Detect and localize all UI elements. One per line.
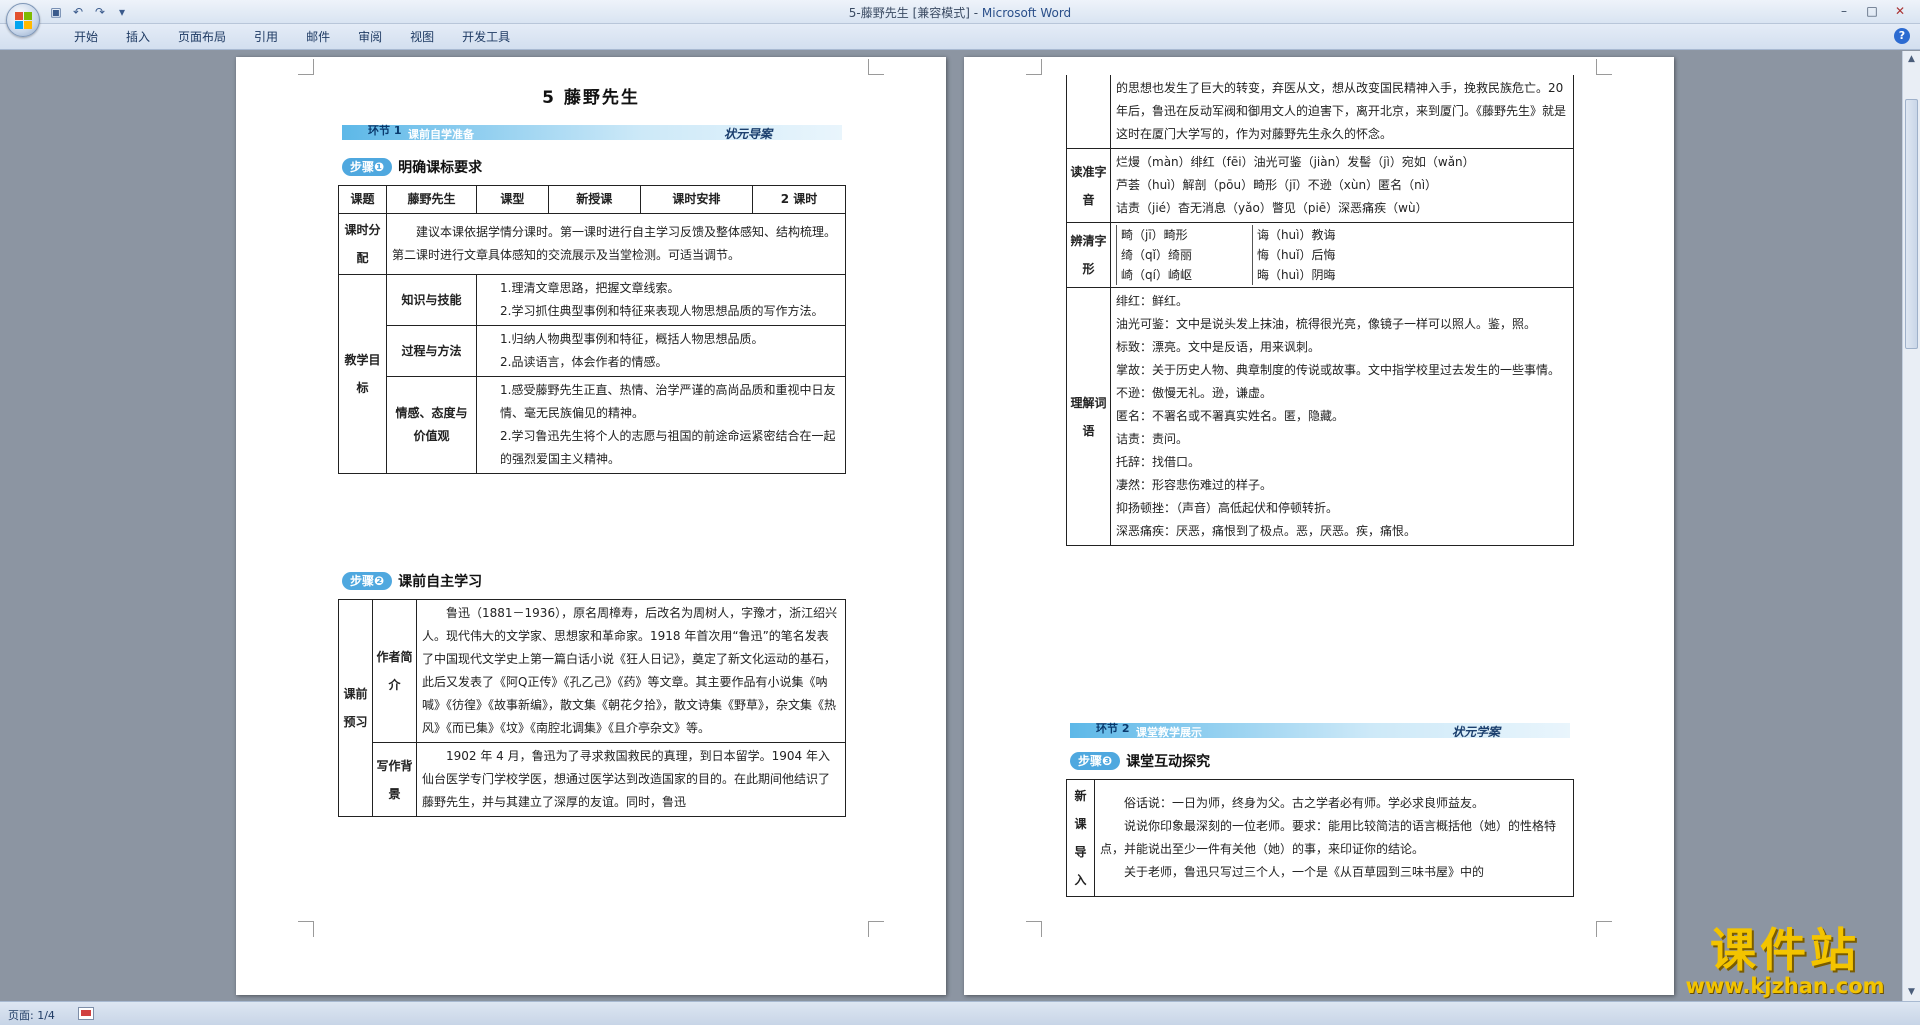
tab-view[interactable]: 视图 — [396, 29, 448, 45]
section-banner-1: 环节 1 课前自学准备 状元导案 — [342, 124, 842, 141]
tab-mailings[interactable]: 邮件 — [292, 29, 344, 45]
window-title: 5-藤野先生 [兼容模式] - Microsoft Word — [848, 6, 1072, 20]
ribbon: 开始 插入 页面布局 引用 邮件 审阅 视图 开发工具 ? — [0, 24, 1920, 50]
tab-page-layout[interactable]: 页面布局 — [164, 29, 240, 45]
page-title: 5 藤野先生 — [542, 88, 640, 108]
status-bar: 页面: 1/4 — [0, 1001, 1920, 1025]
step-2-header: 步骤❷ 课前自主学习 — [342, 571, 482, 591]
office-button[interactable] — [6, 3, 40, 37]
scroll-up-icon[interactable]: ▲ — [1905, 53, 1918, 66]
preview-table: 课前预习 作者简介 鲁迅（1881－1936），原名周樟寿，后改名为周树人，字豫… — [338, 599, 846, 817]
vocabulary-table: 的思想也发生了巨大的转变，弃医从文，想从改变国民精神入手，挽救民族危亡。20 年… — [1066, 75, 1574, 546]
page-2[interactable]: 的思想也发生了巨大的转变，弃医从文，想从改变国民精神入手，挽救民族危亡。20 年… — [964, 57, 1674, 995]
scroll-down-icon[interactable]: ▼ — [1905, 986, 1918, 999]
page-count[interactable]: 页面: 1/4 — [8, 1007, 55, 1023]
tab-insert[interactable]: 插入 — [112, 29, 164, 45]
proofing-icon[interactable] — [78, 1007, 94, 1020]
office-logo-icon — [15, 12, 33, 30]
section-banner-2: 环节 2 课堂教学展示 状元学案 — [1070, 722, 1570, 739]
window-controls: – □ ✕ — [1830, 2, 1914, 20]
title-bar: ▣ ↶ ↷ ▾ 5-藤野先生 [兼容模式] - Microsoft Word –… — [0, 0, 1920, 24]
watermark-logo: 课件站 www.kjzhan.com — [1685, 923, 1885, 998]
step-1-header: 步骤❶ 明确课标要求 — [342, 157, 482, 177]
close-button[interactable]: ✕ — [1886, 2, 1914, 20]
intro-table: 新课导入 俗话说：一日为师，终身为父。古之学者必有师。学必求良师益友。 说说你印… — [1066, 779, 1574, 897]
tab-home[interactable]: 开始 — [60, 29, 112, 45]
step-3-header: 步骤❸ 课堂互动探究 — [1070, 751, 1210, 771]
minimize-button[interactable]: – — [1830, 2, 1858, 20]
tab-developer[interactable]: 开发工具 — [448, 29, 524, 45]
vertical-scrollbar[interactable]: ▲ ▼ — [1902, 51, 1920, 1001]
scroll-thumb[interactable] — [1905, 99, 1918, 349]
page-1[interactable]: 5 藤野先生 环节 1 课前自学准备 状元导案 步骤❶ 明确课标要求 课题 藤野… — [236, 57, 946, 995]
ribbon-tabs: 开始 插入 页面布局 引用 邮件 审阅 视图 开发工具 — [60, 29, 524, 45]
tab-review[interactable]: 审阅 — [344, 29, 396, 45]
help-icon[interactable]: ? — [1894, 28, 1910, 44]
curriculum-table: 课题 藤野先生 课型 新授课 课时安排 2 课时 课时分配 建议本课依据学情分课… — [338, 185, 846, 474]
maximize-button[interactable]: □ — [1858, 2, 1886, 20]
tab-references[interactable]: 引用 — [240, 29, 292, 45]
